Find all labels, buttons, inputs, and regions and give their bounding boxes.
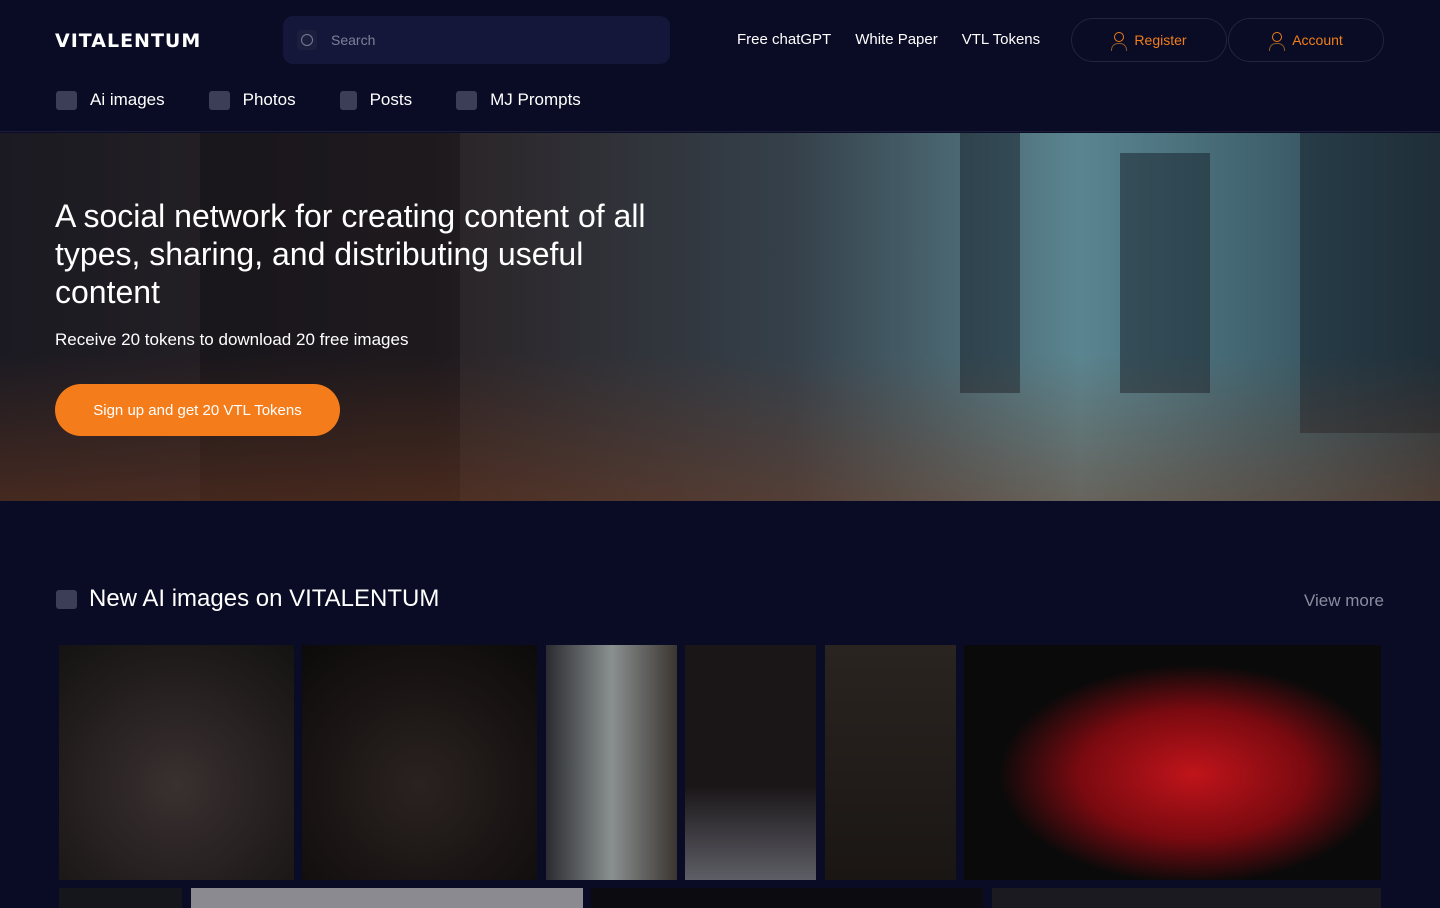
hero-subtitle: Receive 20 tokens to download 20 free im…	[55, 330, 409, 349]
header: VITALENTUM Free chatGPT White Paper VTL …	[0, 0, 1440, 132]
section-title: New AI images on VITALENTUM	[89, 585, 440, 612]
user-icon	[1269, 32, 1286, 51]
image-icon	[56, 90, 77, 110]
chart-icon	[456, 90, 478, 110]
section-header: New AI images on VITALENTUM	[56, 585, 439, 613]
register-label: Register	[1134, 32, 1187, 48]
gallery-image[interactable]	[191, 888, 583, 908]
camera-icon	[208, 90, 230, 110]
search-bar[interactable]	[283, 16, 670, 64]
document-icon	[339, 90, 357, 110]
nav-label: MJ Prompts	[490, 90, 581, 109]
gallery-image[interactable]	[685, 645, 816, 880]
gallery-image[interactable]	[964, 645, 1381, 880]
account-label: Account	[1292, 32, 1343, 48]
account-button[interactable]: Account	[1228, 18, 1384, 62]
gallery-image[interactable]	[546, 645, 677, 880]
search-input[interactable]	[331, 32, 631, 48]
register-button[interactable]: Register	[1071, 18, 1227, 62]
link-free-chatgpt[interactable]: Free chatGPT	[737, 31, 831, 48]
user-icon	[1111, 32, 1128, 51]
link-vtl-tokens[interactable]: VTL Tokens	[962, 31, 1040, 48]
nav-label: Ai images	[90, 90, 165, 109]
gallery-image[interactable]	[591, 888, 983, 908]
signup-cta-button[interactable]: Sign up and get 20 VTL Tokens	[55, 384, 340, 436]
gallery-image[interactable]	[59, 645, 294, 880]
nav-mj-prompts[interactable]: MJ Prompts	[456, 90, 581, 110]
gallery-image[interactable]	[992, 888, 1381, 908]
nav-label: Photos	[242, 90, 296, 109]
nav-photos[interactable]: Photos	[208, 90, 296, 110]
link-white-paper[interactable]: White Paper	[855, 31, 938, 48]
logo[interactable]: VITALENTUM	[55, 30, 201, 52]
gallery-image[interactable]	[59, 888, 182, 908]
hero-banner: A social network for creating content of…	[0, 133, 1440, 501]
nav-ai-images[interactable]: Ai images	[56, 90, 165, 110]
nav-posts[interactable]: Posts	[339, 90, 413, 110]
search-icon	[297, 30, 317, 50]
gallery-image[interactable]	[825, 645, 956, 880]
gallery-image[interactable]	[302, 645, 537, 880]
image-icon	[56, 589, 77, 609]
hero-title: A social network for creating content of…	[55, 198, 646, 310]
nav-label: Posts	[369, 90, 413, 109]
view-more-link[interactable]: View more	[1304, 591, 1384, 611]
